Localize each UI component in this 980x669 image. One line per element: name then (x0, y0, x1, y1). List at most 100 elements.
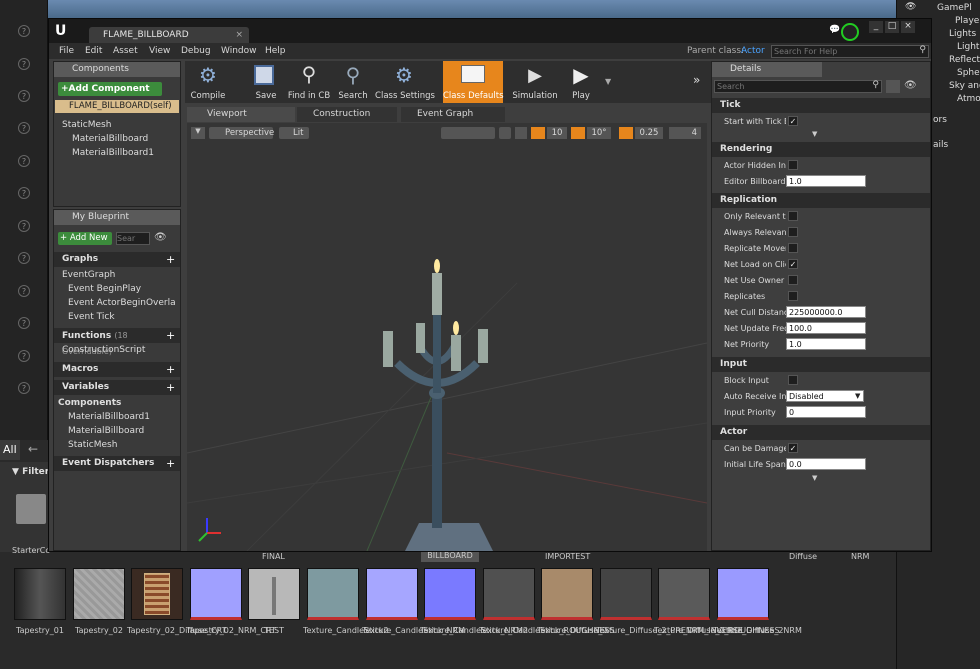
rotation-snap-icon[interactable] (571, 127, 585, 139)
dropdown-arrow-icon[interactable]: ▼ (855, 392, 860, 400)
help-icon[interactable]: ? (18, 220, 30, 232)
property-checkbox[interactable] (788, 227, 798, 237)
compile-button[interactable]: ⚙ Compile (185, 61, 231, 103)
grid-snap-value[interactable]: 10 (547, 127, 567, 139)
visibility-eye-icon[interactable]: 👁 (904, 80, 917, 91)
back-arrow-icon[interactable]: ← (28, 442, 38, 456)
add-component-button[interactable]: +Add Component (58, 82, 162, 96)
menu-view[interactable]: View (149, 46, 170, 56)
tab-event-graph[interactable]: Event Graph (401, 107, 505, 122)
property-checkbox[interactable] (788, 243, 798, 253)
asset-thumbnail[interactable] (424, 568, 476, 620)
variable-item[interactable]: MaterialBillboard1 (68, 412, 150, 422)
menu-debug[interactable]: Debug (181, 46, 211, 56)
folder-icon[interactable] (16, 494, 46, 524)
help-icon[interactable]: ? (18, 350, 30, 362)
transform-tools[interactable] (441, 127, 495, 139)
help-search-input[interactable] (772, 46, 912, 57)
asset-thumbnail[interactable] (717, 568, 769, 620)
outliner-item[interactable]: Reflecti (949, 55, 980, 65)
property-checkbox[interactable] (788, 211, 798, 221)
add-macro-icon[interactable]: + (166, 363, 175, 376)
help-icon[interactable]: ? (18, 317, 30, 329)
blueprint-search-field[interactable] (116, 232, 150, 245)
outliner-item[interactable]: Lights (949, 29, 976, 39)
perspective-button[interactable]: Perspective (209, 127, 274, 139)
search-icon[interactable]: ⚲ (919, 45, 926, 55)
auto-receive-input-select[interactable]: Disabled (786, 390, 864, 402)
add-graph-icon[interactable]: + (166, 253, 175, 266)
asset-thumbnail[interactable] (14, 568, 66, 620)
details-tab[interactable]: Details (712, 62, 822, 77)
variables-section[interactable]: Variables (54, 380, 180, 395)
surface-snapping-icon[interactable] (499, 127, 511, 139)
outliner-item[interactable]: Sphe (957, 68, 980, 78)
property-matrix-icon[interactable] (886, 80, 900, 93)
property-checkbox[interactable]: ✓ (788, 443, 798, 453)
content-all-button[interactable]: All (0, 440, 20, 460)
help-search-field[interactable]: ⚲ (771, 45, 929, 58)
asset-tab[interactable]: FLAME_BILLBOARD × (89, 27, 249, 43)
minimize-icon[interactable]: _ (869, 21, 883, 33)
chat-icon[interactable]: 💬 (829, 25, 840, 35)
save-button[interactable]: Save (243, 61, 289, 103)
component-item-staticmesh[interactable]: StaticMesh (62, 120, 111, 130)
help-icon[interactable]: ? (18, 122, 30, 134)
close-tab-icon[interactable]: × (235, 27, 243, 43)
find-in-cb-button[interactable]: ⚲ Find in CB (285, 61, 333, 103)
grid-snap-icon[interactable] (531, 127, 545, 139)
class-settings-button[interactable]: ⚙ Class Settings (375, 61, 435, 103)
tab-viewport[interactable]: Viewport (187, 107, 295, 122)
outliner-item[interactable]: Light (957, 42, 979, 52)
outliner-item[interactable]: Atmo (957, 94, 980, 104)
macros-section[interactable]: Macros (54, 362, 180, 377)
visibility-eye-icon[interactable]: 👁 (154, 232, 167, 243)
lit-button[interactable]: Lit (279, 127, 309, 139)
variable-item[interactable]: MaterialBillboard (68, 426, 144, 436)
add-new-button[interactable]: + Add New (58, 232, 112, 245)
property-value-field[interactable]: 1.0 (786, 175, 866, 187)
self-component-item[interactable]: FLAME_BILLBOARD(self) (55, 100, 179, 113)
world-local-icon[interactable] (515, 127, 527, 139)
property-checkbox[interactable] (788, 375, 798, 385)
help-icon[interactable]: ? (18, 187, 30, 199)
section-tick[interactable]: Tick (712, 98, 930, 113)
rotation-snap-value[interactable]: 10° (587, 127, 611, 139)
asset-thumbnail[interactable] (307, 568, 359, 620)
outliner-item[interactable]: Playe (955, 16, 979, 26)
asset-thumbnail[interactable] (483, 568, 535, 620)
event-dispatchers-section[interactable]: Event Dispatchers (54, 456, 180, 471)
my-blueprint-tab[interactable]: My Blueprint (54, 210, 180, 225)
property-value-field[interactable]: 0 (786, 406, 866, 418)
property-value-field[interactable]: 225000000.0 (786, 306, 866, 318)
menu-help[interactable]: Help (265, 46, 286, 56)
help-icon[interactable]: ? (18, 382, 30, 394)
event-item[interactable]: Event BeginPlay (68, 284, 141, 294)
add-variable-icon[interactable]: + (166, 381, 175, 394)
event-graph-item[interactable]: EventGraph (62, 270, 115, 280)
details-search-field[interactable]: ⚲ (714, 80, 882, 93)
help-icon[interactable]: ? (18, 285, 30, 297)
component-item-materialbillboard[interactable]: MaterialBillboard (72, 134, 148, 144)
property-value-field[interactable]: 100.0 (786, 322, 866, 334)
camera-speed-value[interactable]: 4 (669, 127, 701, 139)
property-checkbox[interactable] (788, 275, 798, 285)
play-options-dropdown-icon[interactable]: ▼ (605, 77, 611, 86)
section-input[interactable]: Input (712, 357, 930, 372)
property-checkbox[interactable] (788, 160, 798, 170)
viewport-options-button[interactable]: ▼ (191, 127, 205, 139)
asset-thumbnail[interactable] (541, 568, 593, 620)
help-icon[interactable]: ? (18, 25, 30, 37)
property-value-field[interactable]: 1.0 (786, 338, 866, 350)
help-icon[interactable]: ? (18, 58, 30, 70)
add-dispatcher-icon[interactable]: + (166, 457, 175, 470)
tab-construction-script[interactable]: Construction Script (297, 107, 397, 134)
parent-class-link[interactable]: Actor (741, 46, 765, 56)
scale-snap-icon[interactable] (619, 127, 633, 139)
graphs-section[interactable]: Graphs (54, 252, 180, 267)
class-defaults-button[interactable]: Class Defaults (443, 61, 504, 103)
blueprint-search-input[interactable] (117, 233, 139, 244)
asset-thumbnail[interactable] (366, 568, 418, 620)
property-checkbox[interactable]: ✓ (788, 259, 798, 269)
toolbar-overflow-icon[interactable]: » (693, 73, 700, 87)
